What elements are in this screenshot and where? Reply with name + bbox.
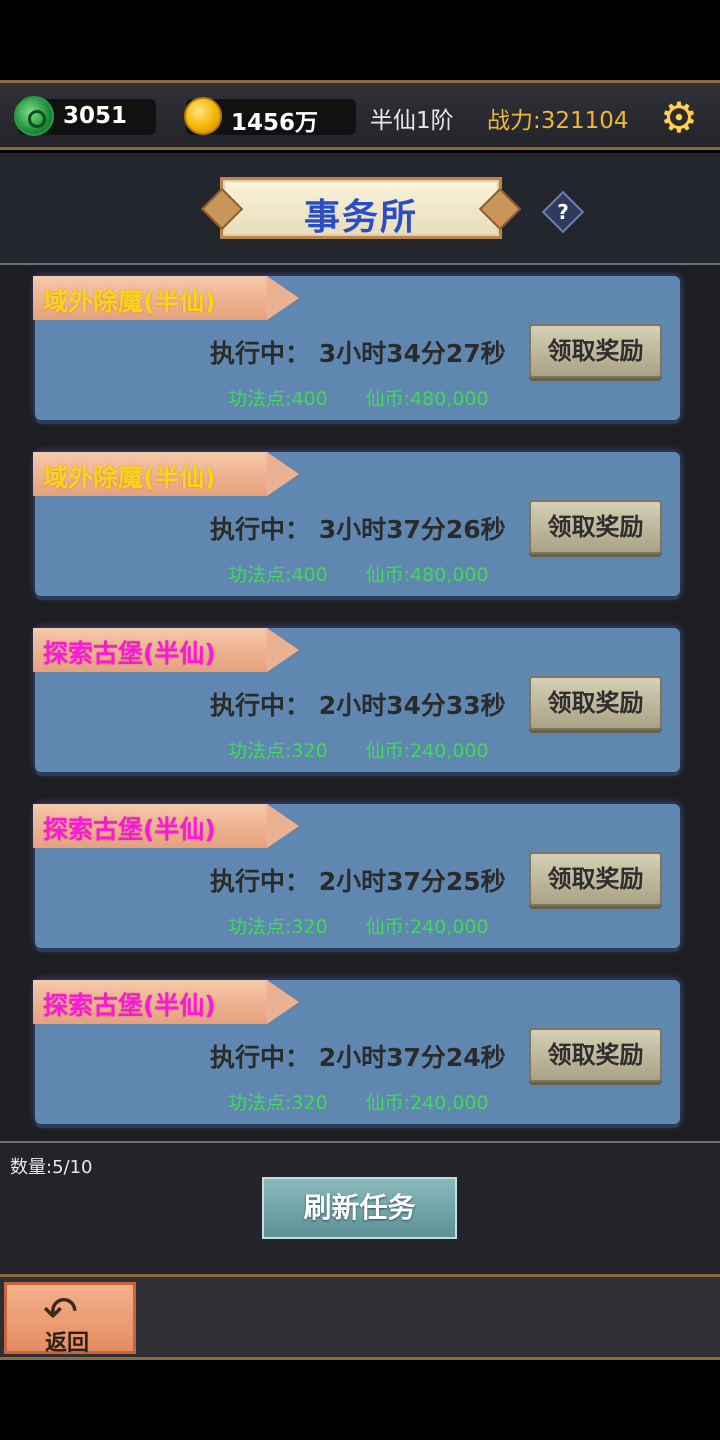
- task-footer: 数量:5/10 刷新任务: [0, 1141, 720, 1274]
- reward-gongfa: 功法点:320: [228, 916, 328, 938]
- task-name-ribbon: 域外除魔(半仙): [33, 452, 299, 496]
- rank-label: 半仙1阶: [370, 108, 454, 134]
- reward-coin: 仙币:480,000: [365, 564, 489, 586]
- reward-gongfa: 功法点:400: [228, 564, 328, 586]
- task-card: 探索古堡(半仙) 执行中： 2小时37分25秒 功法点:320 仙币:240,00…: [33, 804, 680, 948]
- task-name: 域外除魔(半仙): [43, 287, 216, 316]
- claim-reward-button[interactable]: 领取奖励: [529, 852, 662, 906]
- jade-icon: [14, 96, 54, 136]
- task-status: 执行中： 2小时37分24秒: [210, 1043, 506, 1072]
- refresh-tasks-button[interactable]: 刷新任务: [262, 1177, 457, 1239]
- task-name-ribbon: 探索古堡(半仙): [33, 628, 299, 672]
- task-count: 数量:5/10: [10, 1157, 93, 1178]
- task-card: 域外除魔(半仙) 执行中： 3小时37分26秒 功法点:400 仙币:480,00…: [33, 452, 680, 596]
- reward-coin: 仙币:240,000: [365, 916, 489, 938]
- task-card: 探索古堡(半仙) 执行中： 2小时37分24秒 功法点:320 仙币:240,00…: [33, 980, 680, 1124]
- reward-coin: 仙币:240,000: [365, 740, 489, 762]
- gold-count: 1456万: [231, 110, 319, 136]
- resource-bar: 3051 1456万 半仙1阶 战力:321104 ⚙: [0, 80, 720, 150]
- jade-counter: 3051: [14, 96, 156, 136]
- task-name: 探索古堡(半仙): [43, 639, 216, 668]
- task-rewards: 功法点:400 仙币:480,000: [228, 384, 489, 411]
- back-label: 返回: [45, 1330, 90, 1356]
- combat-power: 战力:321104: [487, 108, 629, 134]
- task-status: 执行中： 2小时34分33秒: [210, 691, 506, 720]
- task-rewards: 功法点:320 仙币:240,000: [228, 912, 489, 939]
- task-status: 执行中： 3小时34分27秒: [210, 339, 506, 368]
- task-rewards: 功法点:320 仙币:240,000: [228, 736, 489, 763]
- claim-reward-button[interactable]: 领取奖励: [529, 676, 662, 730]
- task-name: 探索古堡(半仙): [43, 991, 216, 1020]
- task-rewards: 功法点:320 仙币:240,000: [228, 1088, 489, 1115]
- claim-reward-button[interactable]: 领取奖励: [529, 500, 662, 554]
- reward-coin: 仙币:480,000: [365, 388, 489, 410]
- question-icon: ?: [557, 200, 569, 224]
- task-card: 探索古堡(半仙) 执行中： 2小时34分33秒 功法点:320 仙币:240,00…: [33, 628, 680, 772]
- task-name-ribbon: 域外除魔(半仙): [33, 276, 299, 320]
- bottom-bar: ↶ 返回: [0, 1274, 720, 1360]
- gold-counter: 1456万: [184, 97, 356, 136]
- task-name: 探索古堡(半仙): [43, 815, 216, 844]
- title-plate: 事务所: [220, 177, 502, 239]
- page-header: 事务所 ?: [0, 153, 720, 265]
- back-button[interactable]: ↶ 返回: [4, 1282, 136, 1356]
- task-name: 域外除魔(半仙): [43, 463, 216, 492]
- claim-reward-button[interactable]: 领取奖励: [529, 324, 662, 378]
- task-name-ribbon: 探索古堡(半仙): [33, 980, 299, 1024]
- settings-gear-icon[interactable]: ⚙: [656, 95, 702, 141]
- task-card: 域外除魔(半仙) 执行中： 3小时34分27秒 功法点:400 仙币:480,00…: [33, 276, 680, 420]
- task-status: 执行中： 3小时37分26秒: [210, 515, 506, 544]
- reward-gongfa: 功法点:400: [228, 388, 328, 410]
- task-list[interactable]: 域外除魔(半仙) 执行中： 3小时34分27秒 功法点:400 仙币:480,00…: [0, 265, 720, 1141]
- page-title: 事务所: [303, 197, 418, 238]
- jade-count: 3051: [63, 103, 128, 129]
- task-name-ribbon: 探索古堡(半仙): [33, 804, 299, 848]
- gold-coin-icon: [184, 97, 222, 135]
- claim-reward-button[interactable]: 领取奖励: [529, 1028, 662, 1082]
- task-status: 执行中： 2小时37分25秒: [210, 867, 506, 896]
- task-rewards: 功法点:400 仙币:480,000: [228, 560, 489, 587]
- help-button[interactable]: ?: [541, 190, 585, 234]
- reward-coin: 仙币:240,000: [365, 1092, 489, 1114]
- reward-gongfa: 功法点:320: [228, 1092, 328, 1114]
- reward-gongfa: 功法点:320: [228, 740, 328, 762]
